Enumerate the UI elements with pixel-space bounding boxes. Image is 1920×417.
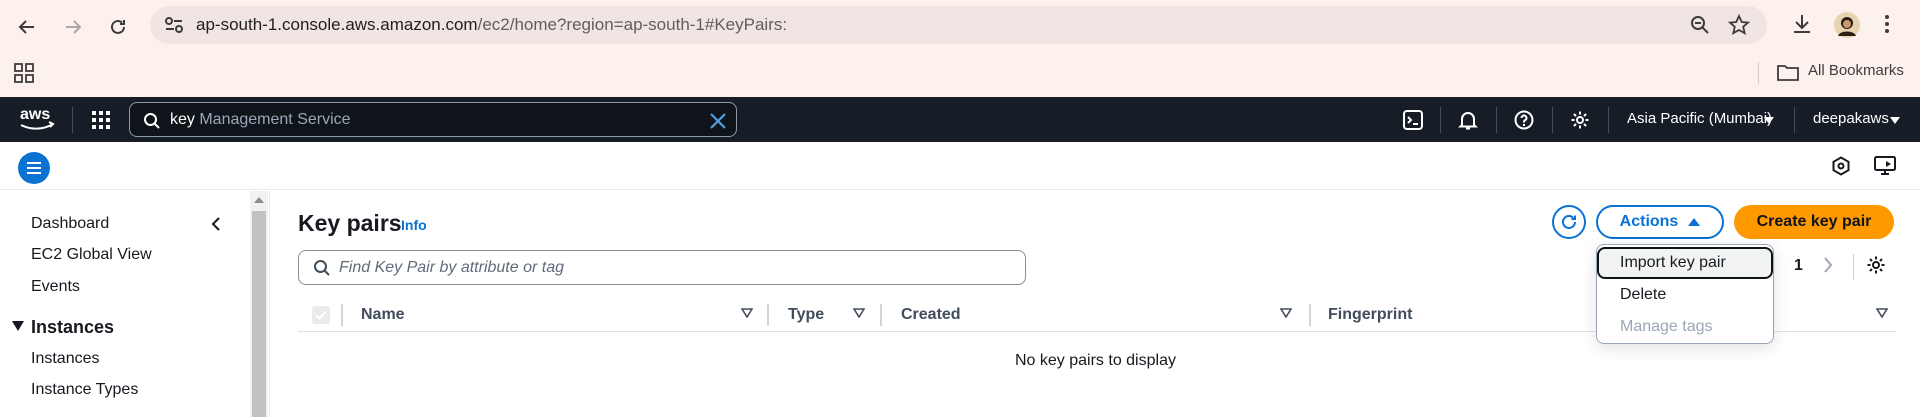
section-expanded-icon[interactable] bbox=[12, 321, 24, 331]
table-preferences-gear-icon[interactable] bbox=[1866, 255, 1886, 275]
sidebar-item-dashboard[interactable]: Dashboard bbox=[31, 215, 109, 233]
zoom-icon[interactable] bbox=[1690, 15, 1710, 35]
next-page-icon[interactable] bbox=[1823, 256, 1833, 274]
address-bar[interactable]: ap-south-1.console.aws.amazon.com/ec2/ho… bbox=[150, 6, 1767, 44]
aws-top-nav: aws key Management Service Asia Pacific … bbox=[0, 97, 1920, 142]
menu-item-import-key-pair[interactable]: Import key pair bbox=[1597, 247, 1773, 279]
create-key-pair-button[interactable]: Create key pair bbox=[1734, 205, 1894, 239]
search-icon bbox=[143, 112, 161, 130]
search-icon bbox=[313, 259, 331, 277]
forward-icon[interactable] bbox=[58, 12, 88, 42]
aws-search-input[interactable]: key Management Service bbox=[129, 102, 737, 137]
nav-divider bbox=[1440, 107, 1441, 133]
nav-divider bbox=[1608, 107, 1609, 133]
menu-item-delete[interactable]: Delete bbox=[1597, 279, 1773, 311]
sort-icon[interactable] bbox=[853, 308, 865, 318]
reload-icon[interactable] bbox=[103, 12, 133, 42]
filter-input[interactable] bbox=[339, 257, 999, 279]
refresh-icon bbox=[1559, 212, 1579, 232]
sidebar-scrollbar-thumb[interactable] bbox=[252, 211, 266, 417]
actions-dropdown-menu: Import key pair Delete Manage tags bbox=[1596, 244, 1774, 344]
hexagon-settings-icon[interactable] bbox=[1831, 156, 1851, 176]
sidebar-item-global-view[interactable]: EC2 Global View bbox=[31, 246, 152, 264]
console-subbar bbox=[0, 142, 1920, 190]
actions-label: Actions bbox=[1619, 213, 1679, 230]
sidebar-item-instances[interactable]: Instances bbox=[31, 350, 99, 368]
nav-divider bbox=[1794, 107, 1795, 133]
sidebar-item-events[interactable]: Events bbox=[31, 278, 80, 296]
settings-gear-icon[interactable] bbox=[1568, 108, 1592, 132]
bookmarks-bar bbox=[0, 54, 1920, 97]
nav-divider bbox=[1496, 107, 1497, 133]
sidebar-section-instances[interactable]: Instances bbox=[31, 317, 114, 338]
ec2-sidebar: Dashboard EC2 Global View Events Instanc… bbox=[0, 191, 269, 417]
column-header-fingerprint[interactable]: Fingerprint bbox=[1328, 306, 1412, 324]
clear-search-icon[interactable] bbox=[709, 112, 727, 130]
notifications-bell-icon[interactable] bbox=[1456, 108, 1480, 132]
sort-icon[interactable] bbox=[741, 308, 753, 318]
column-header-name[interactable]: Name bbox=[361, 306, 405, 324]
profile-avatar[interactable] bbox=[1834, 12, 1860, 38]
scroll-up-icon[interactable] bbox=[254, 197, 264, 203]
caret-down-icon[interactable] bbox=[1890, 117, 1900, 124]
column-divider bbox=[767, 304, 769, 326]
column-divider bbox=[341, 304, 343, 326]
sort-icon[interactable] bbox=[1876, 308, 1888, 318]
bookmarks-divider bbox=[1758, 62, 1759, 84]
column-header-type[interactable]: Type bbox=[788, 306, 824, 324]
url-text: ap-south-1.console.aws.amazon.com/ec2/ho… bbox=[196, 15, 788, 34]
page-title: Key pairs bbox=[298, 210, 402, 236]
account-menu[interactable]: deepakaws bbox=[1813, 110, 1889, 127]
collapse-chevron-icon[interactable] bbox=[211, 216, 221, 232]
services-grid-icon[interactable] bbox=[91, 110, 111, 130]
aws-logo-icon[interactable]: aws bbox=[18, 105, 56, 133]
refresh-button[interactable] bbox=[1552, 205, 1586, 239]
key-pair-filter[interactable] bbox=[298, 250, 1026, 285]
site-info-icon[interactable] bbox=[164, 16, 184, 34]
region-selector[interactable]: Asia Pacific (Mumbai) bbox=[1627, 110, 1772, 127]
nav-divider bbox=[1552, 107, 1553, 133]
caret-up-icon bbox=[1688, 218, 1701, 226]
back-icon[interactable] bbox=[12, 12, 42, 42]
column-header-created[interactable]: Created bbox=[901, 306, 961, 324]
nav-divider bbox=[72, 107, 73, 133]
empty-table-message: No key pairs to display bbox=[1015, 352, 1176, 369]
cloudshell-icon[interactable] bbox=[1401, 108, 1425, 132]
search-query: key Management Service bbox=[170, 111, 351, 128]
sidebar-border bbox=[269, 191, 270, 417]
column-divider bbox=[880, 304, 882, 326]
info-link[interactable]: Info bbox=[401, 217, 427, 233]
folder-icon[interactable] bbox=[1777, 63, 1799, 81]
display-preferences-icon[interactable] bbox=[1874, 156, 1896, 176]
apps-grid-icon[interactable] bbox=[14, 63, 34, 83]
side-nav-toggle-icon[interactable] bbox=[18, 152, 50, 184]
browser-menu-icon[interactable] bbox=[1884, 14, 1890, 34]
pagination-current-page[interactable]: 1 bbox=[1794, 257, 1803, 275]
menu-item-manage-tags: Manage tags bbox=[1620, 318, 1713, 335]
sort-icon[interactable] bbox=[1280, 308, 1292, 318]
download-icon[interactable] bbox=[1791, 13, 1813, 35]
sidebar-item-instance-types[interactable]: Instance Types bbox=[31, 381, 138, 399]
pager-divider bbox=[1853, 254, 1854, 280]
svg-text:aws: aws bbox=[20, 106, 50, 123]
select-all-checkbox[interactable] bbox=[312, 306, 330, 324]
bookmark-star-icon[interactable] bbox=[1728, 14, 1750, 36]
actions-button[interactable]: Actions bbox=[1596, 205, 1724, 239]
caret-down-icon[interactable] bbox=[1764, 117, 1774, 124]
all-bookmarks-link[interactable]: All Bookmarks bbox=[1808, 62, 1904, 79]
column-divider bbox=[1309, 304, 1311, 326]
help-icon[interactable] bbox=[1512, 108, 1536, 132]
